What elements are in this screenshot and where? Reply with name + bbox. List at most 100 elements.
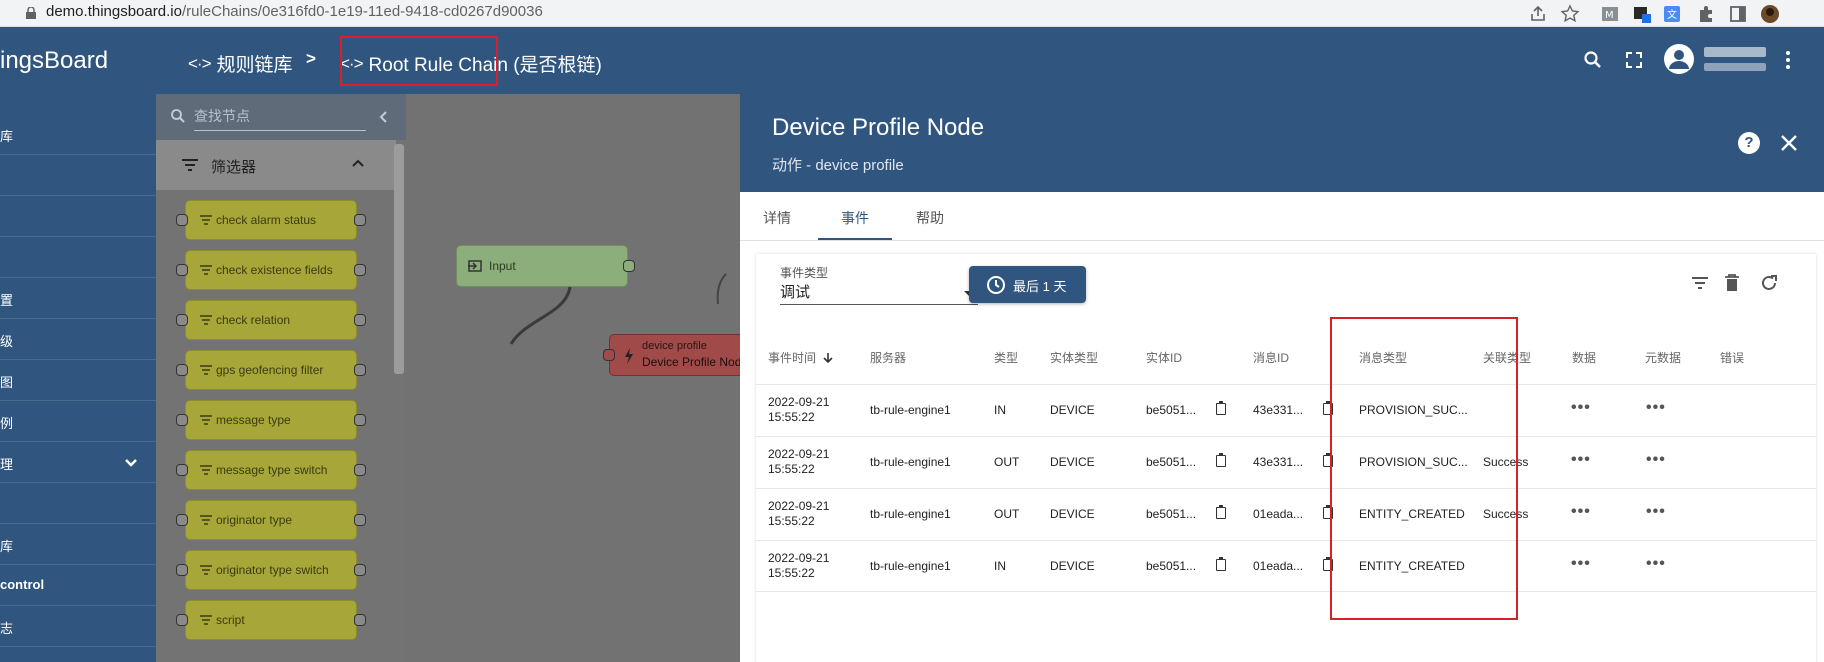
refresh-icon[interactable] <box>1760 274 1778 292</box>
search-icon[interactable] <box>1583 50 1603 70</box>
event-type-select[interactable]: 调试 <box>780 281 978 305</box>
cell-time-date: 2022-09-21 <box>768 499 830 513</box>
node-port <box>176 564 188 576</box>
extension-m-icon[interactable]: M <box>1600 4 1620 24</box>
metadata-more-button[interactable]: ••• <box>1646 555 1666 573</box>
library-search-input[interactable]: 查找节点 <box>194 106 366 131</box>
profile-avatar-icon[interactable] <box>1760 4 1780 24</box>
node-port <box>354 464 366 476</box>
extension-translate-icon[interactable]: 文 <box>1662 4 1682 24</box>
library-node-message-type-switch[interactable]: message type switch <box>176 450 366 490</box>
collapse-chevron-left-icon[interactable] <box>378 110 388 124</box>
library-node-originator-type-switch[interactable]: originator type switch <box>176 550 366 590</box>
sidebar-item-7[interactable]: 例 <box>0 401 156 442</box>
copy-clipboard-icon[interactable] <box>1216 505 1226 519</box>
rule-chain-canvas[interactable]: Input device profile Device Profile Nod <box>406 94 769 662</box>
sidebar-item-4[interactable]: 置 <box>0 278 156 319</box>
time-window-button[interactable]: 最后 1 天 <box>969 266 1086 303</box>
sidebar-item-2[interactable] <box>0 196 156 237</box>
breadcrumb-separator: > <box>306 49 316 68</box>
cell-entity-type: DEVICE <box>1050 403 1095 417</box>
clock-icon <box>987 276 1005 294</box>
device-profile-node-type: device profile <box>642 340 707 352</box>
extension-sq-icon[interactable] <box>1632 4 1652 24</box>
close-icon[interactable] <box>1780 134 1798 152</box>
col-type: 类型 <box>994 351 1019 365</box>
sidepanel-icon[interactable] <box>1728 4 1748 24</box>
copy-clipboard-icon[interactable] <box>1216 557 1226 571</box>
library-node-check-existence-fields[interactable]: check existence fields <box>176 250 366 290</box>
tab-events[interactable]: 事件 <box>841 208 869 228</box>
library-scrollbar[interactable] <box>394 144 404 374</box>
breadcrumb-library-label: 规则链库 <box>216 55 293 76</box>
sidebar-item-5[interactable]: 级 <box>0 319 156 360</box>
code-brackets-icon: <·> <box>188 53 212 73</box>
copy-clipboard-icon[interactable] <box>1216 453 1226 467</box>
app-logo-text[interactable]: ingsBoard <box>0 47 108 75</box>
table-row[interactable]: 2022-09-21 15:55:22 tb-rule-engine1 IN D… <box>756 540 1816 592</box>
data-more-button[interactable]: ••• <box>1571 555 1591 573</box>
data-more-button[interactable]: ••• <box>1571 503 1591 521</box>
sidebar-item-11[interactable]: control <box>0 565 156 606</box>
sidebar-item-8[interactable]: 理 <box>0 442 156 483</box>
url-text[interactable]: demo.thingsboard.io/ruleChains/0e316fd0-… <box>46 3 543 20</box>
cell-message-id: 43e331... <box>1253 403 1304 417</box>
col-error: 错误 <box>1720 351 1745 365</box>
data-more-button[interactable]: ••• <box>1571 451 1591 469</box>
library-node-gps-geofencing-filter[interactable]: gps geofencing filter <box>176 350 366 390</box>
col-message-id: 消息ID <box>1253 351 1290 365</box>
sidebar-item-9[interactable] <box>0 483 156 524</box>
library-node-message-type[interactable]: message type <box>176 400 366 440</box>
cell-entity-id: be5051... <box>1146 507 1197 521</box>
copy-clipboard-icon[interactable] <box>1216 401 1226 415</box>
help-icon[interactable]: ? <box>1738 132 1760 154</box>
library-node-check-alarm-status[interactable]: check alarm status <box>176 200 366 240</box>
sidebar-item-1[interactable] <box>0 155 156 196</box>
node-port <box>354 314 366 326</box>
metadata-more-button[interactable]: ••• <box>1646 451 1666 469</box>
node-port <box>176 614 188 626</box>
cell-time-clock: 15:55:22 <box>768 514 815 528</box>
library-node-script[interactable]: script <box>176 600 366 640</box>
highlight-box-message-type-column <box>1330 317 1518 620</box>
filter-icon <box>200 315 212 325</box>
node-port <box>176 314 188 326</box>
filter-section-header[interactable]: 筛选器 <box>156 140 396 190</box>
filter-icon <box>200 465 212 475</box>
more-vert-icon[interactable] <box>1784 49 1792 71</box>
bookmark-star-icon[interactable] <box>1560 4 1580 24</box>
node-port <box>354 414 366 426</box>
table-row[interactable]: 2022-09-21 15:55:22 tb-rule-engine1 OUT … <box>756 436 1816 488</box>
library-node-check-relation[interactable]: check relation <box>176 300 366 340</box>
sidebar-item-12[interactable]: 志 <box>0 606 156 647</box>
col-entity-type: 实体类型 <box>1050 351 1099 365</box>
puzzle-icon[interactable] <box>1696 4 1716 24</box>
sidebar-item-6[interactable]: 图 <box>0 360 156 401</box>
library-node-originator-type[interactable]: originator type <box>176 500 366 540</box>
metadata-more-button[interactable]: ••• <box>1646 399 1666 417</box>
cell-server: tb-rule-engine1 <box>870 559 951 573</box>
cell-message-id: 43e331... <box>1253 455 1304 469</box>
app-header: ingsBoard <·> 规则链库 > <·> Root Rule Chain… <box>0 27 1824 94</box>
col-event-time[interactable]: 事件时间 <box>768 349 833 366</box>
input-port[interactable] <box>603 349 615 361</box>
tab-help[interactable]: 帮助 <box>916 208 944 228</box>
delete-icon[interactable] <box>1724 274 1740 292</box>
user-avatar-icon[interactable] <box>1663 43 1695 75</box>
metadata-more-button[interactable]: ••• <box>1646 503 1666 521</box>
tab-details[interactable]: 详情 <box>763 208 791 228</box>
filter-icon[interactable] <box>1691 276 1709 290</box>
table-row[interactable]: 2022-09-21 15:55:22 tb-rule-engine1 IN D… <box>756 384 1816 436</box>
sidebar-item-3[interactable] <box>0 237 156 278</box>
sidebar-item-0[interactable]: 库 <box>0 114 156 155</box>
cell-entity-type: DEVICE <box>1050 559 1095 573</box>
data-more-button[interactable]: ••• <box>1571 399 1591 417</box>
share-icon[interactable] <box>1528 4 1548 24</box>
sidebar-item-10[interactable]: 库 <box>0 524 156 565</box>
cell-entity-type: DEVICE <box>1050 455 1095 469</box>
breadcrumb-rule-chain-library[interactable]: <·> 规则链库 <box>188 50 293 77</box>
fullscreen-icon[interactable] <box>1624 50 1644 70</box>
table-row[interactable]: 2022-09-21 15:55:22 tb-rule-engine1 OUT … <box>756 488 1816 540</box>
cell-server: tb-rule-engine1 <box>870 507 951 521</box>
browser-url-bar[interactable]: demo.thingsboard.io/ruleChains/0e316fd0-… <box>0 0 1824 27</box>
